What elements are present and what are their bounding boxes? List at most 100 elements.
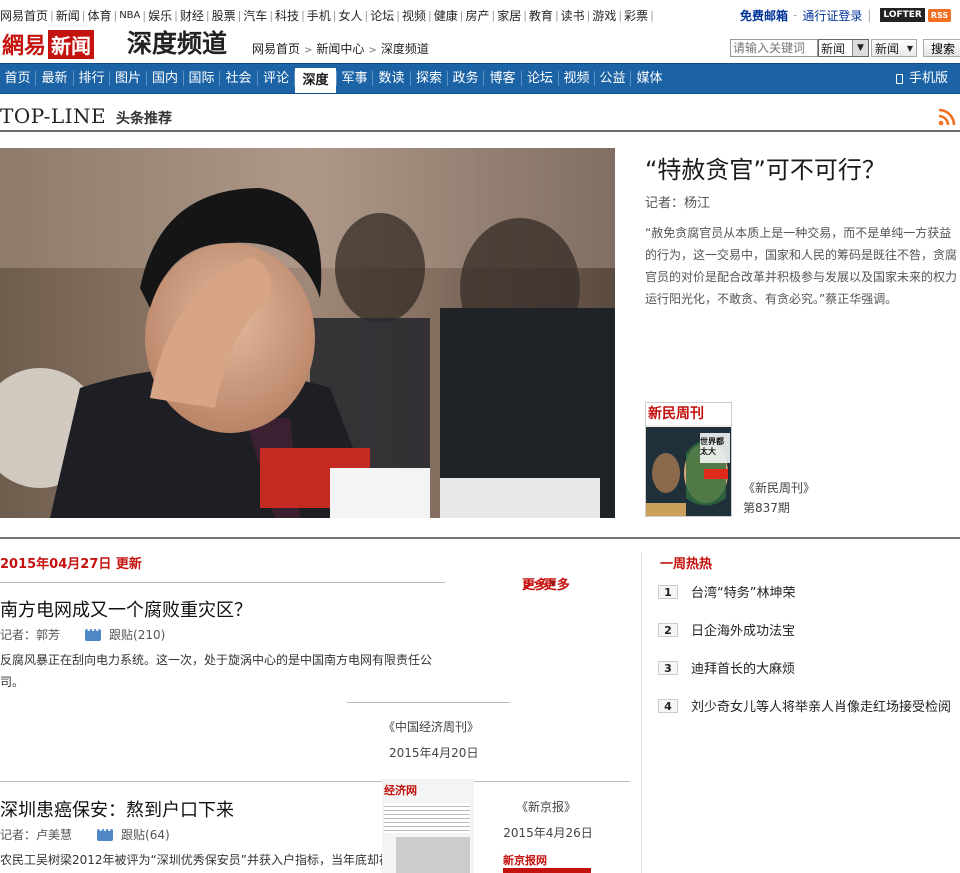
search-scope-select[interactable]: 新闻 ▼ — [818, 39, 869, 57]
divider — [347, 702, 510, 703]
channel-tab[interactable]: 媒体 — [631, 64, 668, 93]
article-thumbnail[interactable]: 经济网 — [382, 779, 474, 873]
channel-tab[interactable]: 排行 — [74, 64, 109, 93]
divider: | — [50, 8, 54, 22]
hot-item-title: 台湾“特务”林坤荣 — [691, 586, 796, 601]
portal-nav-item[interactable]: 科技 — [275, 7, 299, 24]
hot-list-item[interactable]: 1 台湾“特务”林坤荣 — [658, 582, 795, 601]
channel-tab[interactable]: 评论 — [258, 64, 294, 93]
portal-nav-item[interactable]: 网易首页 — [0, 7, 48, 24]
article-title[interactable]: 深圳患癌保安：熬到户口下来 — [0, 796, 234, 822]
rss-badge-link[interactable]: RSS — [927, 8, 952, 22]
channel-tab[interactable]: 政务 — [448, 64, 483, 93]
search-type-value: 新闻 — [875, 41, 900, 56]
channel-tab[interactable]: 社会 — [220, 64, 257, 93]
portal-nav-item[interactable]: 论坛 — [370, 7, 394, 24]
portal-nav-item[interactable]: 新闻 — [56, 7, 80, 24]
channel-tab[interactable]: 图片 — [110, 64, 146, 93]
channel-tab[interactable]: 视频 — [559, 64, 594, 93]
channel-tab[interactable]: 国际 — [184, 64, 219, 93]
portal-nav-item[interactable]: NBA — [119, 10, 140, 21]
divider: | — [142, 8, 147, 22]
portal-nav-item[interactable]: 股票 — [212, 7, 236, 24]
lofter-logo-link[interactable]: LOFTER — [880, 8, 925, 22]
thumb-bar — [503, 868, 591, 873]
search-box: 新闻 ▼ 新闻 ▼ 搜索 — [730, 39, 960, 57]
channel-tab[interactable]: 论坛 — [522, 64, 558, 93]
search-input[interactable] — [730, 39, 818, 57]
mobile-version-label: 手机版 — [908, 71, 948, 86]
passport-login-link[interactable]: 通行证登录 — [802, 7, 862, 24]
portal-nav-item[interactable]: 游戏 — [592, 7, 616, 24]
feature-summary: “赦免贪腐官员从本质上是一种交易，而不是单纯一方获益的行为，这一交易中，国家和人… — [645, 226, 958, 306]
divider — [0, 781, 630, 782]
portal-nav-item[interactable]: 汽车 — [243, 7, 267, 24]
weekly-hot-title: 一周热热 — [660, 557, 713, 572]
divider: | — [523, 8, 527, 22]
divider: | — [650, 8, 654, 22]
article-title[interactable]: 南方电网成又一个腐败重灾区？ — [0, 596, 252, 622]
chevron-right-icon: > — [304, 45, 313, 56]
breadcrumb-news-center[interactable]: 新闻中心 — [316, 42, 364, 56]
hot-list-item[interactable]: 4 刘少奇女儿等人将举亲人肖像走红场接受检阅 — [658, 696, 951, 715]
logo-news-text: 新闻 — [48, 29, 95, 59]
phone-icon — [895, 73, 903, 84]
magazine-name[interactable]: 《新民周刊》 — [743, 478, 815, 498]
hot-list-item[interactable]: 3 迪拜首长的大麻烦 — [658, 658, 795, 677]
channel-tab[interactable]: 国内 — [147, 64, 183, 93]
portal-nav-item[interactable]: 娱乐 — [148, 7, 172, 24]
portal-nav-item[interactable]: 房产 — [465, 7, 489, 24]
feature-reporter: 记者：杨江 — [645, 196, 711, 211]
portal-nav-item[interactable]: 健康 — [434, 7, 458, 24]
search-button[interactable]: 搜索 — [923, 39, 960, 57]
hot-list-item[interactable]: 2 日企海外成功法宝 — [658, 620, 795, 639]
rank-badge: 1 — [658, 584, 678, 599]
portal-nav: 网易首页 | 新闻 | 体育 | NBA | 娱乐 | 财经 | 股票 | 汽车 | 科技 | 手机 | 女人 | 论坛 | 视… — [0, 7, 656, 594]
article-comments-link[interactable]: 跟贴(64) — [121, 826, 170, 843]
channel-tab[interactable]: 首页 — [0, 64, 35, 93]
portal-nav-item[interactable]: 家居 — [497, 7, 521, 24]
topline-title-en: TOP-LINE — [0, 104, 107, 128]
source-thumbnail[interactable]: 新京报网 — [503, 850, 591, 873]
feature-headline[interactable]: “特赦贪官”可不可行？ — [645, 150, 886, 185]
rss-icon[interactable] — [938, 108, 956, 126]
portal-nav-item[interactable]: 女人 — [339, 7, 363, 24]
channel-tab[interactable]: 博客 — [484, 64, 521, 93]
channel-tab[interactable]: 探索 — [411, 64, 447, 93]
portal-nav-item[interactable]: 财经 — [180, 7, 204, 24]
breadcrumb: 网易首页 > 新闻中心 > 深度频道 — [252, 40, 429, 57]
portal-nav-item[interactable]: 读书 — [561, 7, 585, 24]
divider: | — [205, 8, 210, 22]
cover-title: 新民周刊 — [648, 406, 704, 422]
portal-nav-item[interactable]: 体育 — [87, 7, 111, 24]
magazine-cover[interactable]: 新民周刊 世界都太大 — [645, 402, 732, 517]
channel-tab[interactable]: 深度 — [295, 66, 336, 93]
channel-tab[interactable]: 数读 — [373, 64, 410, 93]
mobile-version-link[interactable]: 手机版 — [895, 64, 948, 93]
article-description: 反腐风暴正在刮向电力系统。这一次，处于旋涡中心的是中国南方电网有限责任公司。 — [0, 653, 433, 689]
netease-news-logo[interactable]: 網易 新闻 — [2, 28, 95, 60]
channel-tab[interactable]: 军事 — [337, 64, 372, 93]
feature-photo[interactable] — [0, 148, 615, 518]
caret-down-icon: ▼ — [906, 43, 913, 53]
channel-tab[interactable]: 公益 — [595, 64, 630, 93]
article-comments-link[interactable]: 跟贴(210) — [109, 626, 165, 643]
portal-nav-item[interactable]: 视频 — [402, 7, 426, 24]
free-mail-link[interactable]: 免费邮箱 — [740, 7, 788, 24]
portal-nav-item[interactable]: 彩票 — [624, 7, 648, 24]
more-link[interactable]: >>更多 — [522, 574, 570, 593]
portal-nav-item[interactable]: 教育 — [529, 7, 553, 24]
portal-nav-item[interactable]: 手机 — [307, 7, 331, 24]
divider: | — [174, 8, 178, 22]
breadcrumb-home[interactable]: 网易首页 — [252, 42, 300, 56]
divider: | — [269, 8, 274, 22]
thumb-lines — [384, 803, 470, 833]
search-type-select[interactable]: 新闻 ▼ — [871, 39, 917, 57]
divider: | — [586, 8, 591, 22]
channel-tab[interactable]: 最新 — [36, 64, 73, 93]
hot-item-title: 迪拜首长的大麻烦 — [691, 662, 796, 677]
divider: | — [332, 8, 337, 22]
divider: - — [793, 8, 798, 22]
divider: | — [81, 8, 86, 22]
breadcrumb-current: 深度频道 — [380, 42, 429, 56]
